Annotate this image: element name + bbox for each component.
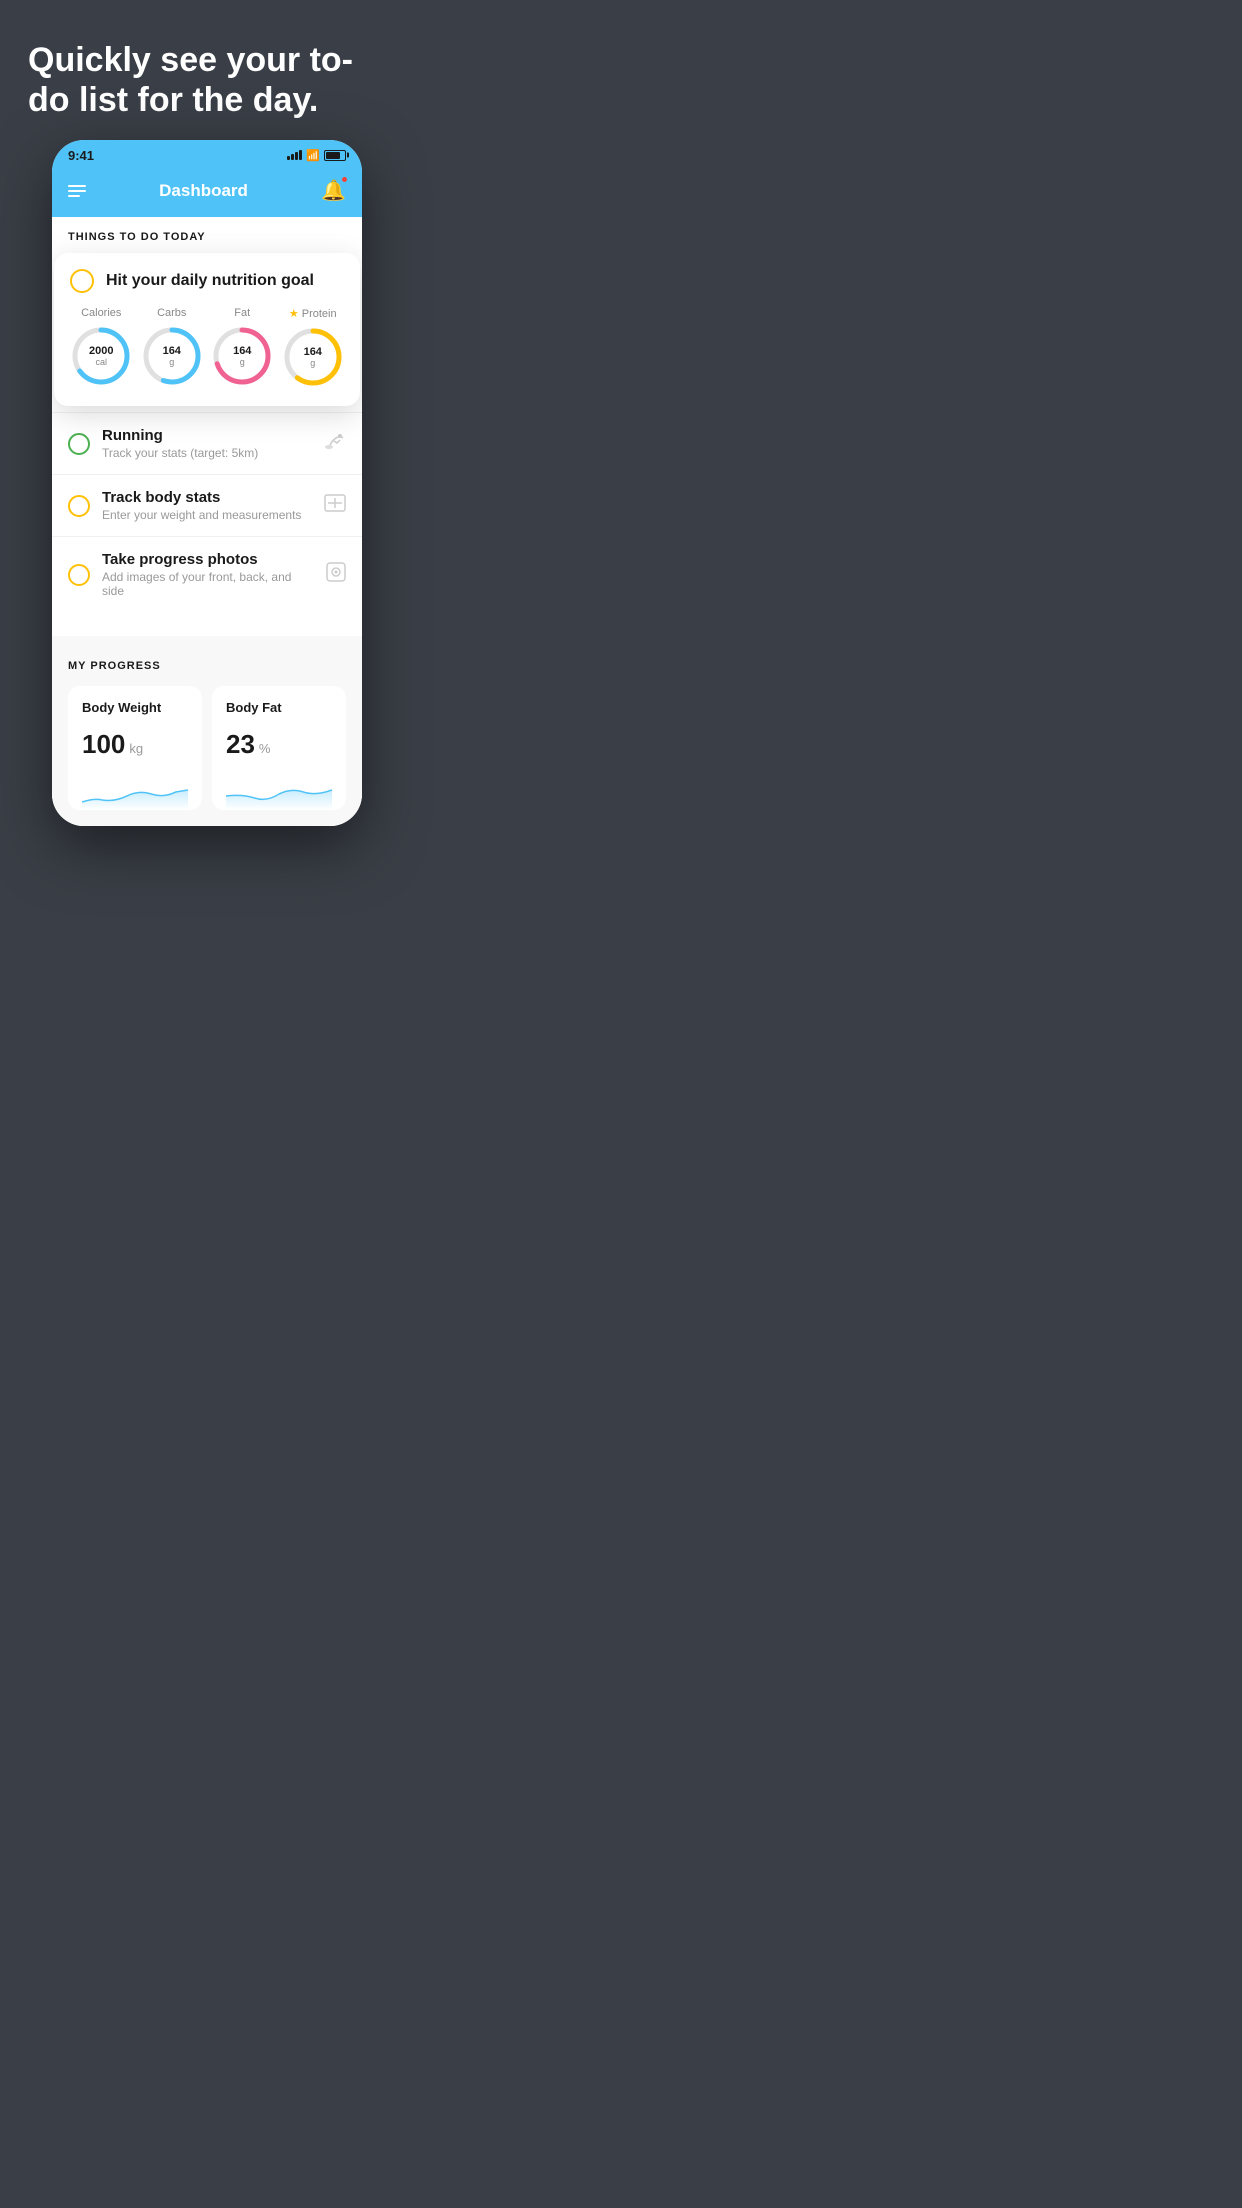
- body-stats-subtitle: Enter your weight and measurements: [102, 508, 312, 522]
- nutrition-stats: Calories 2000 cal: [70, 307, 344, 388]
- spacer: [52, 612, 362, 636]
- battery-icon: [324, 150, 346, 161]
- carbs-label: Carbs: [157, 307, 186, 319]
- body-weight-unit: kg: [129, 741, 143, 756]
- body-stats-icon: [324, 494, 346, 517]
- background: Quickly see your to-do list for the day.…: [0, 0, 414, 826]
- nutrition-card-header: Hit your daily nutrition goal: [70, 269, 344, 293]
- fat-label: Fat: [234, 307, 250, 319]
- notification-dot: [341, 176, 348, 183]
- wifi-icon: 📶: [306, 149, 320, 162]
- phone-frame: 9:41 📶: [52, 140, 362, 826]
- nutrition-card: Hit your daily nutrition goal Calories: [54, 253, 360, 406]
- todo-item-body-stats[interactable]: Track body stats Enter your weight and m…: [52, 474, 362, 536]
- phone-mockup: 9:41 📶: [52, 140, 362, 826]
- body-weight-card[interactable]: Body Weight 100 kg: [68, 686, 202, 810]
- things-to-do-label: THINGS TO DO TODAY: [52, 217, 362, 253]
- running-icon: [324, 433, 346, 454]
- progress-section: MY PROGRESS Body Weight 100 kg: [52, 636, 362, 826]
- carbs-stat: Carbs 164 g: [141, 307, 203, 388]
- progress-title: MY PROGRESS: [68, 660, 346, 672]
- nutrition-check-circle: [70, 269, 94, 293]
- hero-title: Quickly see your to-do list for the day.: [28, 40, 386, 120]
- fat-donut: 164 g: [211, 325, 273, 387]
- body-fat-card-title: Body Fat: [226, 700, 332, 715]
- status-bar: 9:41 📶: [52, 140, 362, 168]
- star-icon: ★: [289, 307, 299, 320]
- photos-title: Take progress photos: [102, 551, 314, 568]
- todo-item-progress-photos[interactable]: Take progress photos Add images of your …: [52, 536, 362, 612]
- photos-icon: [326, 562, 346, 587]
- protein-donut: 164 g: [282, 326, 344, 388]
- signal-icon: [287, 150, 302, 160]
- running-check-circle: [68, 433, 90, 455]
- body-fat-card[interactable]: Body Fat 23 %: [212, 686, 346, 810]
- body-weight-card-title: Body Weight: [82, 700, 188, 715]
- photos-check-circle: [68, 564, 90, 586]
- app-header: Dashboard 🔔: [52, 168, 362, 217]
- running-title: Running: [102, 427, 312, 444]
- carbs-donut: 164 g: [141, 325, 203, 387]
- calories-label: Calories: [81, 307, 121, 319]
- body-fat-unit: %: [259, 741, 271, 756]
- body-fat-value: 23: [226, 729, 255, 760]
- calories-stat: Calories 2000 cal: [70, 307, 132, 388]
- body-fat-chart: [226, 774, 332, 810]
- progress-cards: Body Weight 100 kg: [68, 686, 346, 810]
- todo-item-running[interactable]: Running Track your stats (target: 5km): [52, 412, 362, 474]
- header-title: Dashboard: [159, 181, 248, 201]
- protein-label: ★ Protein: [289, 307, 337, 320]
- status-icons: 📶: [287, 149, 346, 162]
- hamburger-menu-button[interactable]: [68, 185, 86, 197]
- photos-subtitle: Add images of your front, back, and side: [102, 570, 314, 598]
- nutrition-title: Hit your daily nutrition goal: [106, 272, 314, 290]
- notification-bell-button[interactable]: 🔔: [321, 178, 346, 203]
- calories-donut: 2000 cal: [70, 325, 132, 387]
- status-time: 9:41: [68, 148, 94, 163]
- body-stats-title: Track body stats: [102, 489, 312, 506]
- body-stats-check-circle: [68, 495, 90, 517]
- running-subtitle: Track your stats (target: 5km): [102, 446, 312, 460]
- body-weight-chart: [82, 774, 188, 810]
- body-weight-value: 100: [82, 729, 125, 760]
- bell-icon: 🔔: [321, 180, 346, 202]
- protein-stat: ★ Protein 164: [282, 307, 344, 388]
- content-area: THINGS TO DO TODAY Hit your daily nutrit…: [52, 217, 362, 826]
- fat-stat: Fat 164 g: [211, 307, 273, 388]
- hero-section: Quickly see your to-do list for the day.: [0, 0, 414, 140]
